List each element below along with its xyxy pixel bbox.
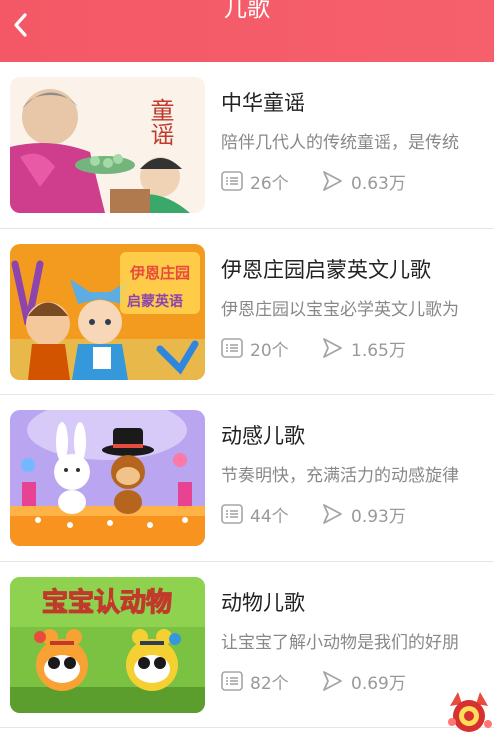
cover-subtitle-text: 启蒙英语 [127, 293, 183, 310]
list-count-icon [221, 504, 243, 524]
cover-title-text: 伊恩庄园 [129, 264, 190, 282]
play-icon [323, 670, 342, 691]
list-item[interactable]: 童谣 中华童谣 陪伴几代人的传统童谣，是传统 26个 0.63万 [0, 62, 494, 229]
item-description: 伊恩庄园以宝宝必学英文儿歌为 [221, 299, 459, 320]
red-envelope-icon[interactable] [444, 688, 494, 732]
list-count-icon [221, 670, 243, 691]
list-count-icon [221, 171, 243, 191]
album-cover: 伊恩庄园 启蒙英语 [10, 243, 205, 380]
page-title: 儿歌 [224, 0, 270, 22]
track-count: 82个 [250, 673, 289, 694]
playlist-list: 童谣 中华童谣 陪伴几代人的传统童谣，是传统 26个 0.63万 伊恩庄园 启蒙… [0, 62, 494, 728]
play-icon [323, 337, 342, 358]
play-count: 0.93万 [351, 507, 406, 527]
list-item[interactable]: 宝宝认动物 动物儿歌 让宝宝了解小动物是我们的好朋 82个 0.69万 [0, 562, 494, 728]
track-count: 44个 [250, 507, 289, 527]
cover-title-text: 童谣 [146, 98, 174, 146]
app-header: 儿歌 [0, 0, 494, 62]
item-title: 动感儿歌 [221, 424, 305, 448]
track-count: 20个 [250, 340, 289, 361]
item-title: 动物儿歌 [221, 590, 305, 615]
play-count: 1.65万 [351, 340, 406, 361]
album-cover: 宝宝认动物 [10, 576, 205, 713]
play-count: 0.69万 [351, 673, 406, 694]
item-title: 中华童谣 [221, 91, 305, 115]
item-title: 伊恩庄园启蒙英文儿歌 [221, 257, 431, 282]
play-count: 0.63万 [351, 174, 406, 194]
album-cover [10, 410, 205, 546]
list-count-icon [221, 337, 243, 358]
list-item[interactable]: 伊恩庄园 启蒙英语 伊恩庄园启蒙英文儿歌 伊恩庄园以宝宝必学英文儿歌为 20个 … [0, 229, 494, 395]
item-description: 节奏明快，充满活力的动感旋律 [221, 466, 459, 486]
cover-title-text: 宝宝认动物 [42, 587, 172, 618]
play-icon [323, 171, 342, 191]
play-icon [323, 504, 342, 524]
list-item[interactable]: 动感儿歌 节奏明快，充满活力的动感旋律 44个 0.93万 [0, 395, 494, 562]
album-cover: 童谣 [10, 77, 205, 213]
item-description: 陪伴几代人的传统童谣，是传统 [221, 133, 459, 153]
track-count: 26个 [250, 174, 289, 194]
item-description: 让宝宝了解小动物是我们的好朋 [221, 632, 459, 653]
